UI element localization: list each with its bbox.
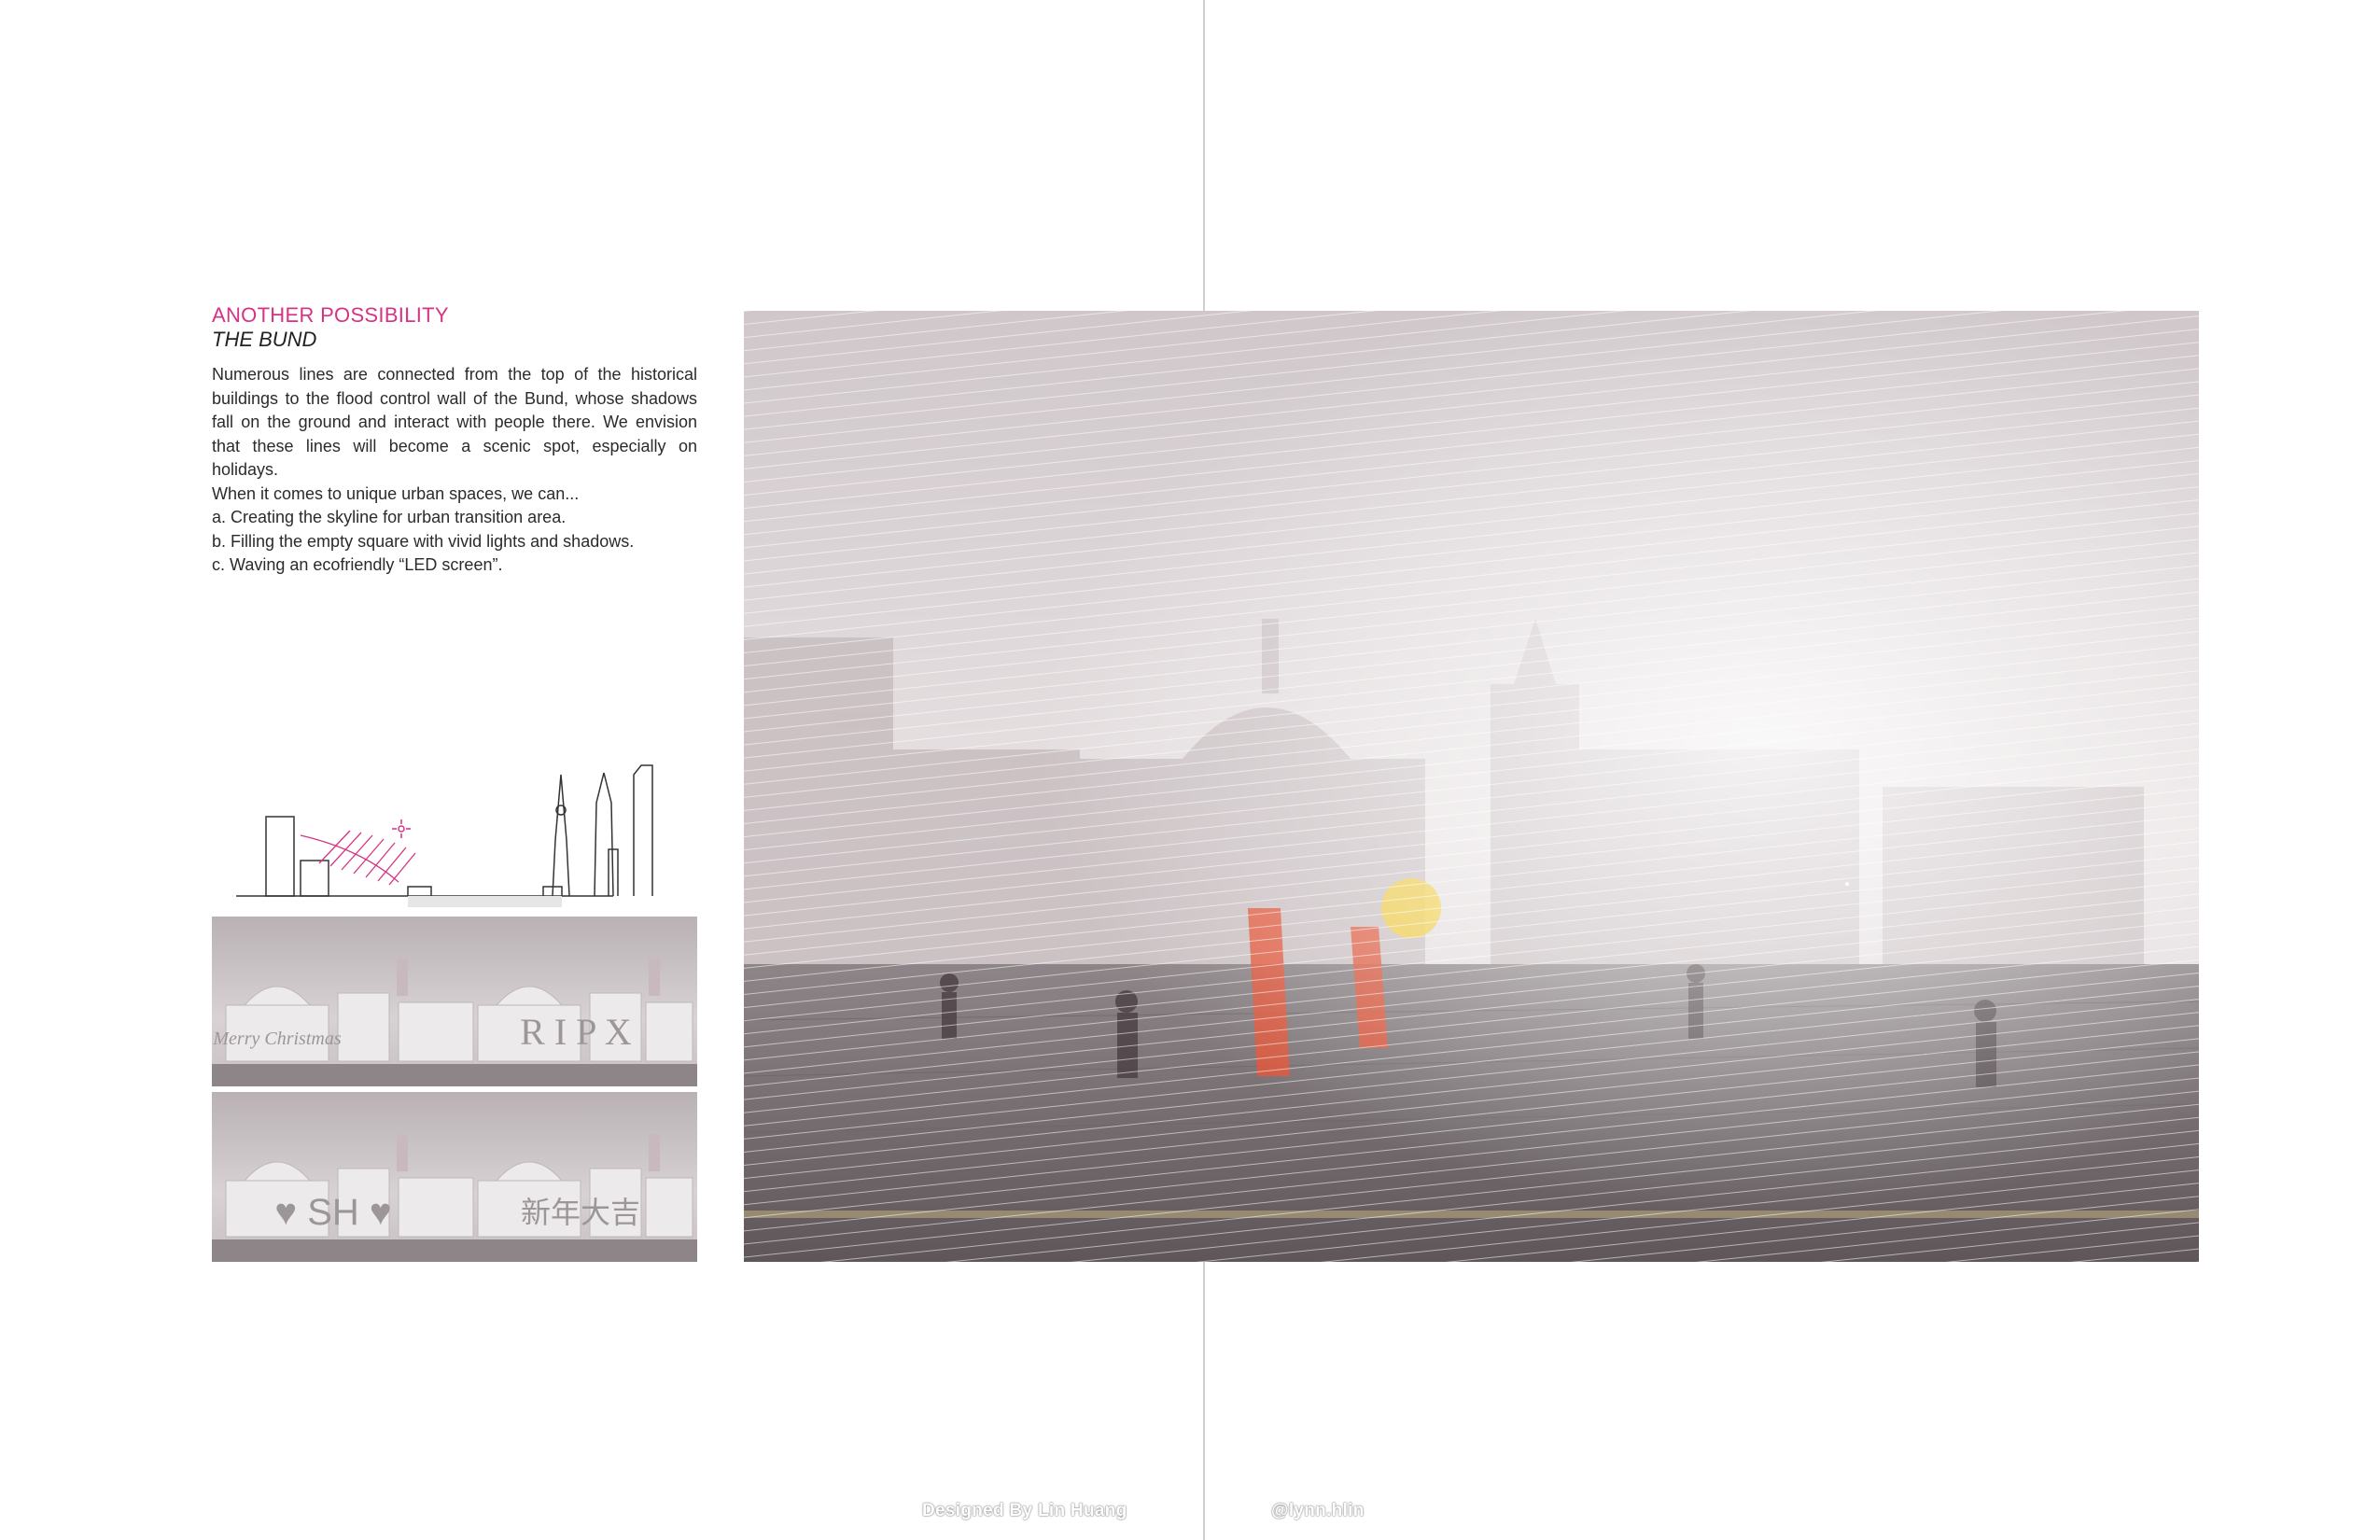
- thumbnail-caption: Merry Christmas: [212, 1029, 341, 1049]
- sun-icon: [392, 819, 411, 838]
- designer-credit: Designed By Lin Huang: [922, 1501, 1127, 1520]
- description: Numerous lines are connected from the to…: [212, 363, 697, 578]
- social-handle: @lynn.hlin: [1271, 1501, 1365, 1520]
- section-subtitle: THE BUND: [212, 328, 317, 351]
- list-item-a: a. Creating the skyline for urban transi…: [212, 508, 567, 526]
- section-title: ANOTHER POSSIBILITY: [212, 303, 449, 327]
- thumbnail-panel: ♥ SH ♥ 新年大吉: [212, 1092, 697, 1262]
- rendering-image: [744, 311, 2199, 1262]
- description-intro: When it comes to unique urban spaces, we…: [212, 483, 580, 503]
- thumbnail-set: Merry Christmas R I P X ♥ SH ♥ 新年大吉: [212, 917, 697, 1262]
- thumbnail-caption: ♥ SH ♥: [274, 1192, 391, 1233]
- thumbnail-caption: 新年大吉: [521, 1195, 640, 1230]
- section-diagram: [236, 764, 653, 907]
- text-column: ANOTHER POSSIBILITY THE BUND Numerous li…: [212, 303, 697, 578]
- list-item-c: c. Waving an ecofriendly “LED screen”.: [212, 555, 503, 574]
- thumbnail-panel: Merry Christmas R I P X: [212, 917, 697, 1086]
- description-paragraph: Numerous lines are connected from the to…: [212, 365, 697, 479]
- thumbnail-caption: R I P X: [520, 1011, 632, 1053]
- list-item-b: b. Filling the empty square with vivid l…: [212, 531, 635, 551]
